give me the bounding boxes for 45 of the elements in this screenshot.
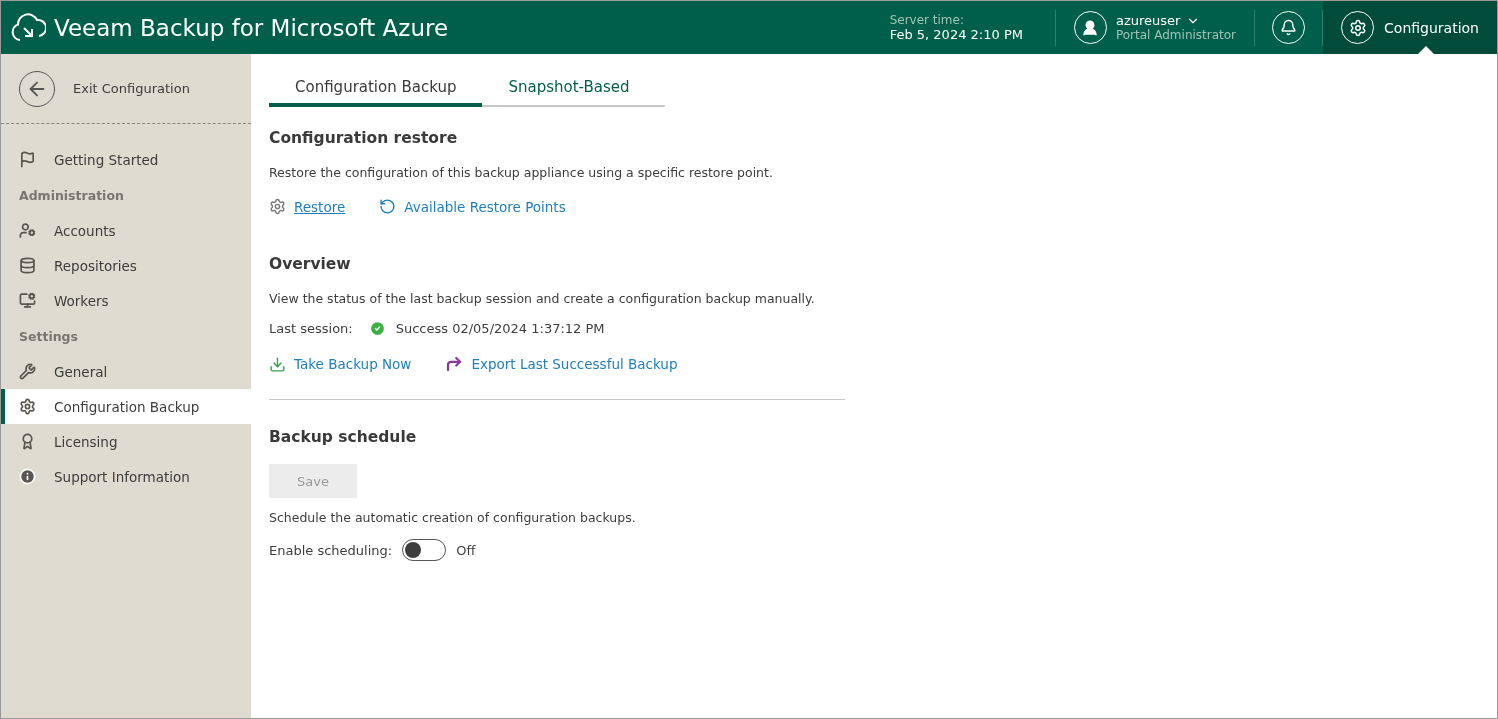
rotate-arrow-icon [379,198,397,215]
sidebar-item[interactable]: Repositories [1,248,251,283]
sidebar-item[interactable]: Accounts [1,213,251,248]
sidebar-item[interactable]: Licensing [1,424,251,459]
last-session-value: Success 02/05/2024 1:37:12 PM [395,321,605,336]
sidebar-item[interactable]: Support Information [1,459,251,494]
info-icon [19,468,36,485]
database-icon [19,257,36,274]
server-time-label: Server time: [889,13,965,27]
user-name[interactable]: azureuser [1115,13,1237,28]
award-icon [19,433,36,450]
schedule-description: Schedule the automatic creation of configuration backups. [269,510,637,525]
restore-points-link[interactable]: Available Restore Points [379,198,566,215]
enable-scheduling-label: Enable scheduling: [269,542,393,558]
restore-link[interactable]: Restore [269,198,346,215]
export-backup-link[interactable]: Export Last Successful Backup [445,355,678,373]
download-icon [269,355,286,373]
monitor-gear-icon [19,292,36,309]
take-backup-link[interactable]: Take Backup Now [269,355,412,373]
sidebar-section-label: Settings [18,327,79,346]
wrench-icon [19,363,36,380]
tab[interactable]: Configuration Backup [269,72,483,107]
sidebar-item[interactable]: Workers [1,283,251,318]
scheduling-toggle[interactable] [402,539,447,561]
app-title: Veeam Backup for Microsoft Azure [54,14,450,41]
server-time: Feb 5, 2024 2:10 PM [889,27,1023,42]
gear-icon [19,398,36,415]
sidebar-item[interactable]: Getting Started [1,142,251,177]
flag-icon [19,151,36,168]
curved-arrow-icon [445,355,464,373]
section-heading: Configuration restore [269,129,459,147]
gear-icon [269,198,286,215]
toggle-state-label: Off [456,542,476,558]
section-description: View the status of the last backup session and create a configuration backup manually. [269,291,816,306]
success-check-icon [368,320,386,337]
sidebar-item[interactable]: General [1,354,251,389]
sidebar-item[interactable]: Configuration Backup [1,389,251,424]
section-heading: Backup schedule [269,428,418,446]
last-session-label: Last session: [269,321,353,336]
user-role: Portal Administrator [1115,28,1237,42]
section-heading: Overview [269,255,352,273]
section-description: Restore the configuration of this backup appliance using a specific restore point. [269,165,774,180]
configuration-button[interactable]: Configuration [1323,1,1497,54]
tab[interactable]: Snapshot-Based [482,72,656,107]
sidebar-section-label: Administration [18,186,125,205]
